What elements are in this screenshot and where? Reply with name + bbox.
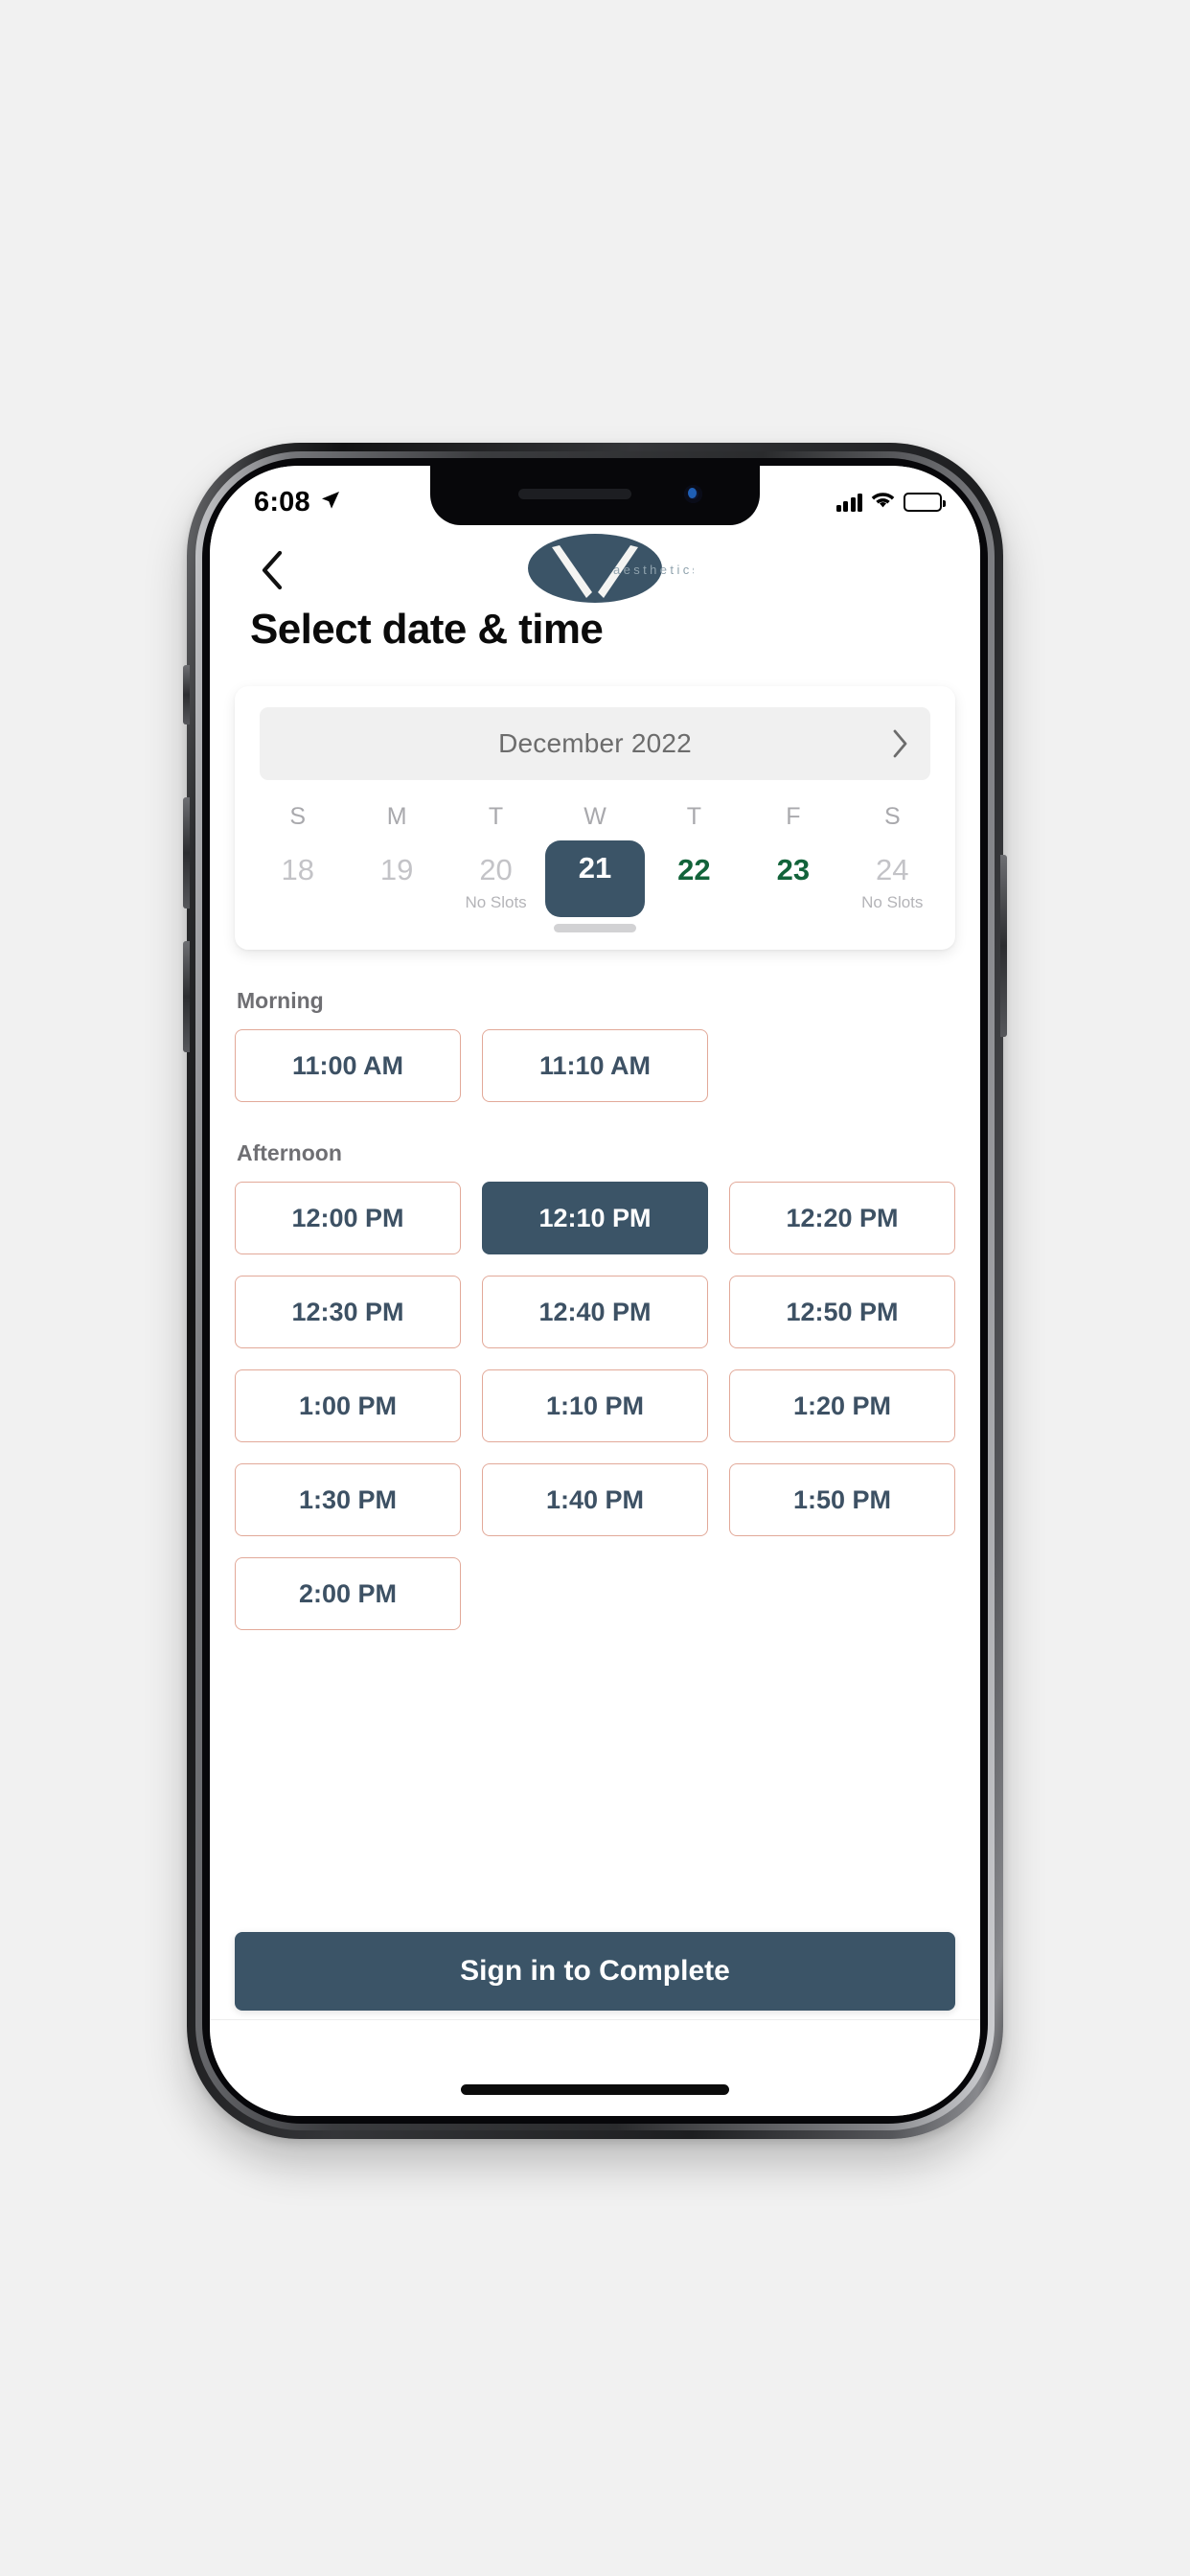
day-number: 19 [379,853,414,886]
back-button[interactable] [250,548,294,592]
page-title: Select date & time [250,606,604,653]
time-slot-11-00-am[interactable]: 11:00 AM [235,1029,461,1102]
time-slot-1-00-pm[interactable]: 1:00 PM [235,1369,461,1442]
day-number: 22 [677,853,711,886]
slot-grid-morning: 11:00 AM 11:10 AM [235,1029,955,1102]
bottom-divider [210,2019,980,2020]
time-slot-1-10-pm[interactable]: 1:10 PM [482,1369,708,1442]
chevron-right-icon[interactable] [891,728,909,759]
location-arrow-icon [319,489,342,517]
wifi-icon [871,491,895,514]
status-bar-right [835,491,946,514]
volume-up-button[interactable] [183,797,190,908]
weekday-label: M [386,803,407,830]
time-slot-1-40-pm[interactable]: 1:40 PM [482,1463,708,1536]
chevron-left-icon [262,550,283,590]
time-slot-12-00-pm[interactable]: 12:00 PM [235,1182,461,1254]
time-slot-11-10-am[interactable]: 11:10 AM [482,1029,708,1102]
calendar-day-23[interactable]: 23 [744,842,842,892]
time-slot-1-50-pm[interactable]: 1:50 PM [729,1463,955,1536]
weekday-label: S [289,803,307,830]
display-notch [430,466,760,525]
status-bar-left: 6:08 [254,487,342,518]
volume-down-button[interactable] [183,941,190,1052]
calendar-drag-handle[interactable] [554,924,636,932]
phone-device-frame: 6:08 aesthetics Select date & time Decem… [183,443,1007,2139]
calendar-day-18[interactable]: 18 [248,842,347,892]
front-camera-icon [684,485,702,503]
time-slot-12-50-pm[interactable]: 12:50 PM [729,1276,955,1348]
calendar-day-22[interactable]: 22 [645,842,744,892]
day-number: 23 [776,853,811,886]
weekday-header-row: SMTWTFS [235,803,955,831]
slot-group-label-morning: Morning [237,988,324,1013]
day-number: 24 [876,853,909,886]
time-slot-12-20-pm[interactable]: 12:20 PM [729,1182,955,1254]
cta-container: Sign in to Complete [210,1932,980,2011]
time-slot-12-40-pm[interactable]: 12:40 PM [482,1276,708,1348]
day-number: 20 [479,853,513,886]
status-time: 6:08 [254,486,310,518]
weekday-label: S [883,803,901,830]
day-no-slots-label: No Slots [465,893,527,911]
battery-icon [904,493,946,512]
mute-switch-button[interactable] [183,665,190,724]
slot-grid-afternoon: 12:00 PM 12:10 PM 12:20 PM 12:30 PM 12:40 PM… [235,1182,955,1630]
month-label: December 2022 [498,728,692,758]
weekday-label: F [786,803,801,830]
slot-group-label-afternoon: Afternoon [237,1140,342,1165]
calendar-day-24[interactable]: 24 No Slots [843,842,942,918]
time-slot-2-00-pm[interactable]: 2:00 PM [235,1557,461,1630]
v-aesthetics-logo: aesthetics [496,529,698,608]
screenshot-stage: 6:08 aesthetics Select date & time Decem… [0,0,1190,2576]
sign-in-to-complete-button[interactable]: Sign in to Complete [235,1932,955,2011]
calendar-day-21[interactable]: 21 [545,840,645,917]
power-button[interactable] [1000,855,1007,1037]
home-indicator[interactable] [461,2084,729,2095]
phone-screen: 6:08 aesthetics Select date & time Decem… [210,466,980,2116]
time-slot-12-10-pm[interactable]: 12:10 PM [482,1182,708,1254]
day-number: 21 [578,851,612,885]
cellular-signal-icon [835,493,862,512]
weekday-label: T [686,803,702,830]
calendar-day-19[interactable]: 19 [347,842,446,892]
day-no-slots-label: No Slots [861,893,924,911]
time-slot-1-20-pm[interactable]: 1:20 PM [729,1369,955,1442]
time-slot-1-30-pm[interactable]: 1:30 PM [235,1463,461,1536]
month-selector[interactable]: December 2022 [260,707,930,780]
weekday-label: T [488,803,504,830]
calendar-card: December 2022 S M T W T F S 18 19 20 No Slots 21 22… [235,686,955,950]
calendar-day-20[interactable]: 20 No Slots [446,842,545,918]
earpiece-speaker [518,489,631,499]
calendar-day-row: 18 19 20 No Slots 21 22 23 24 No Slots [235,840,955,918]
day-number: 18 [281,853,314,886]
app-content: aesthetics Select date & time December 2… [210,466,980,2116]
time-slot-12-30-pm[interactable]: 12:30 PM [235,1276,461,1348]
weekday-label: W [584,803,606,830]
svg-text:aesthetics: aesthetics [613,563,694,577]
